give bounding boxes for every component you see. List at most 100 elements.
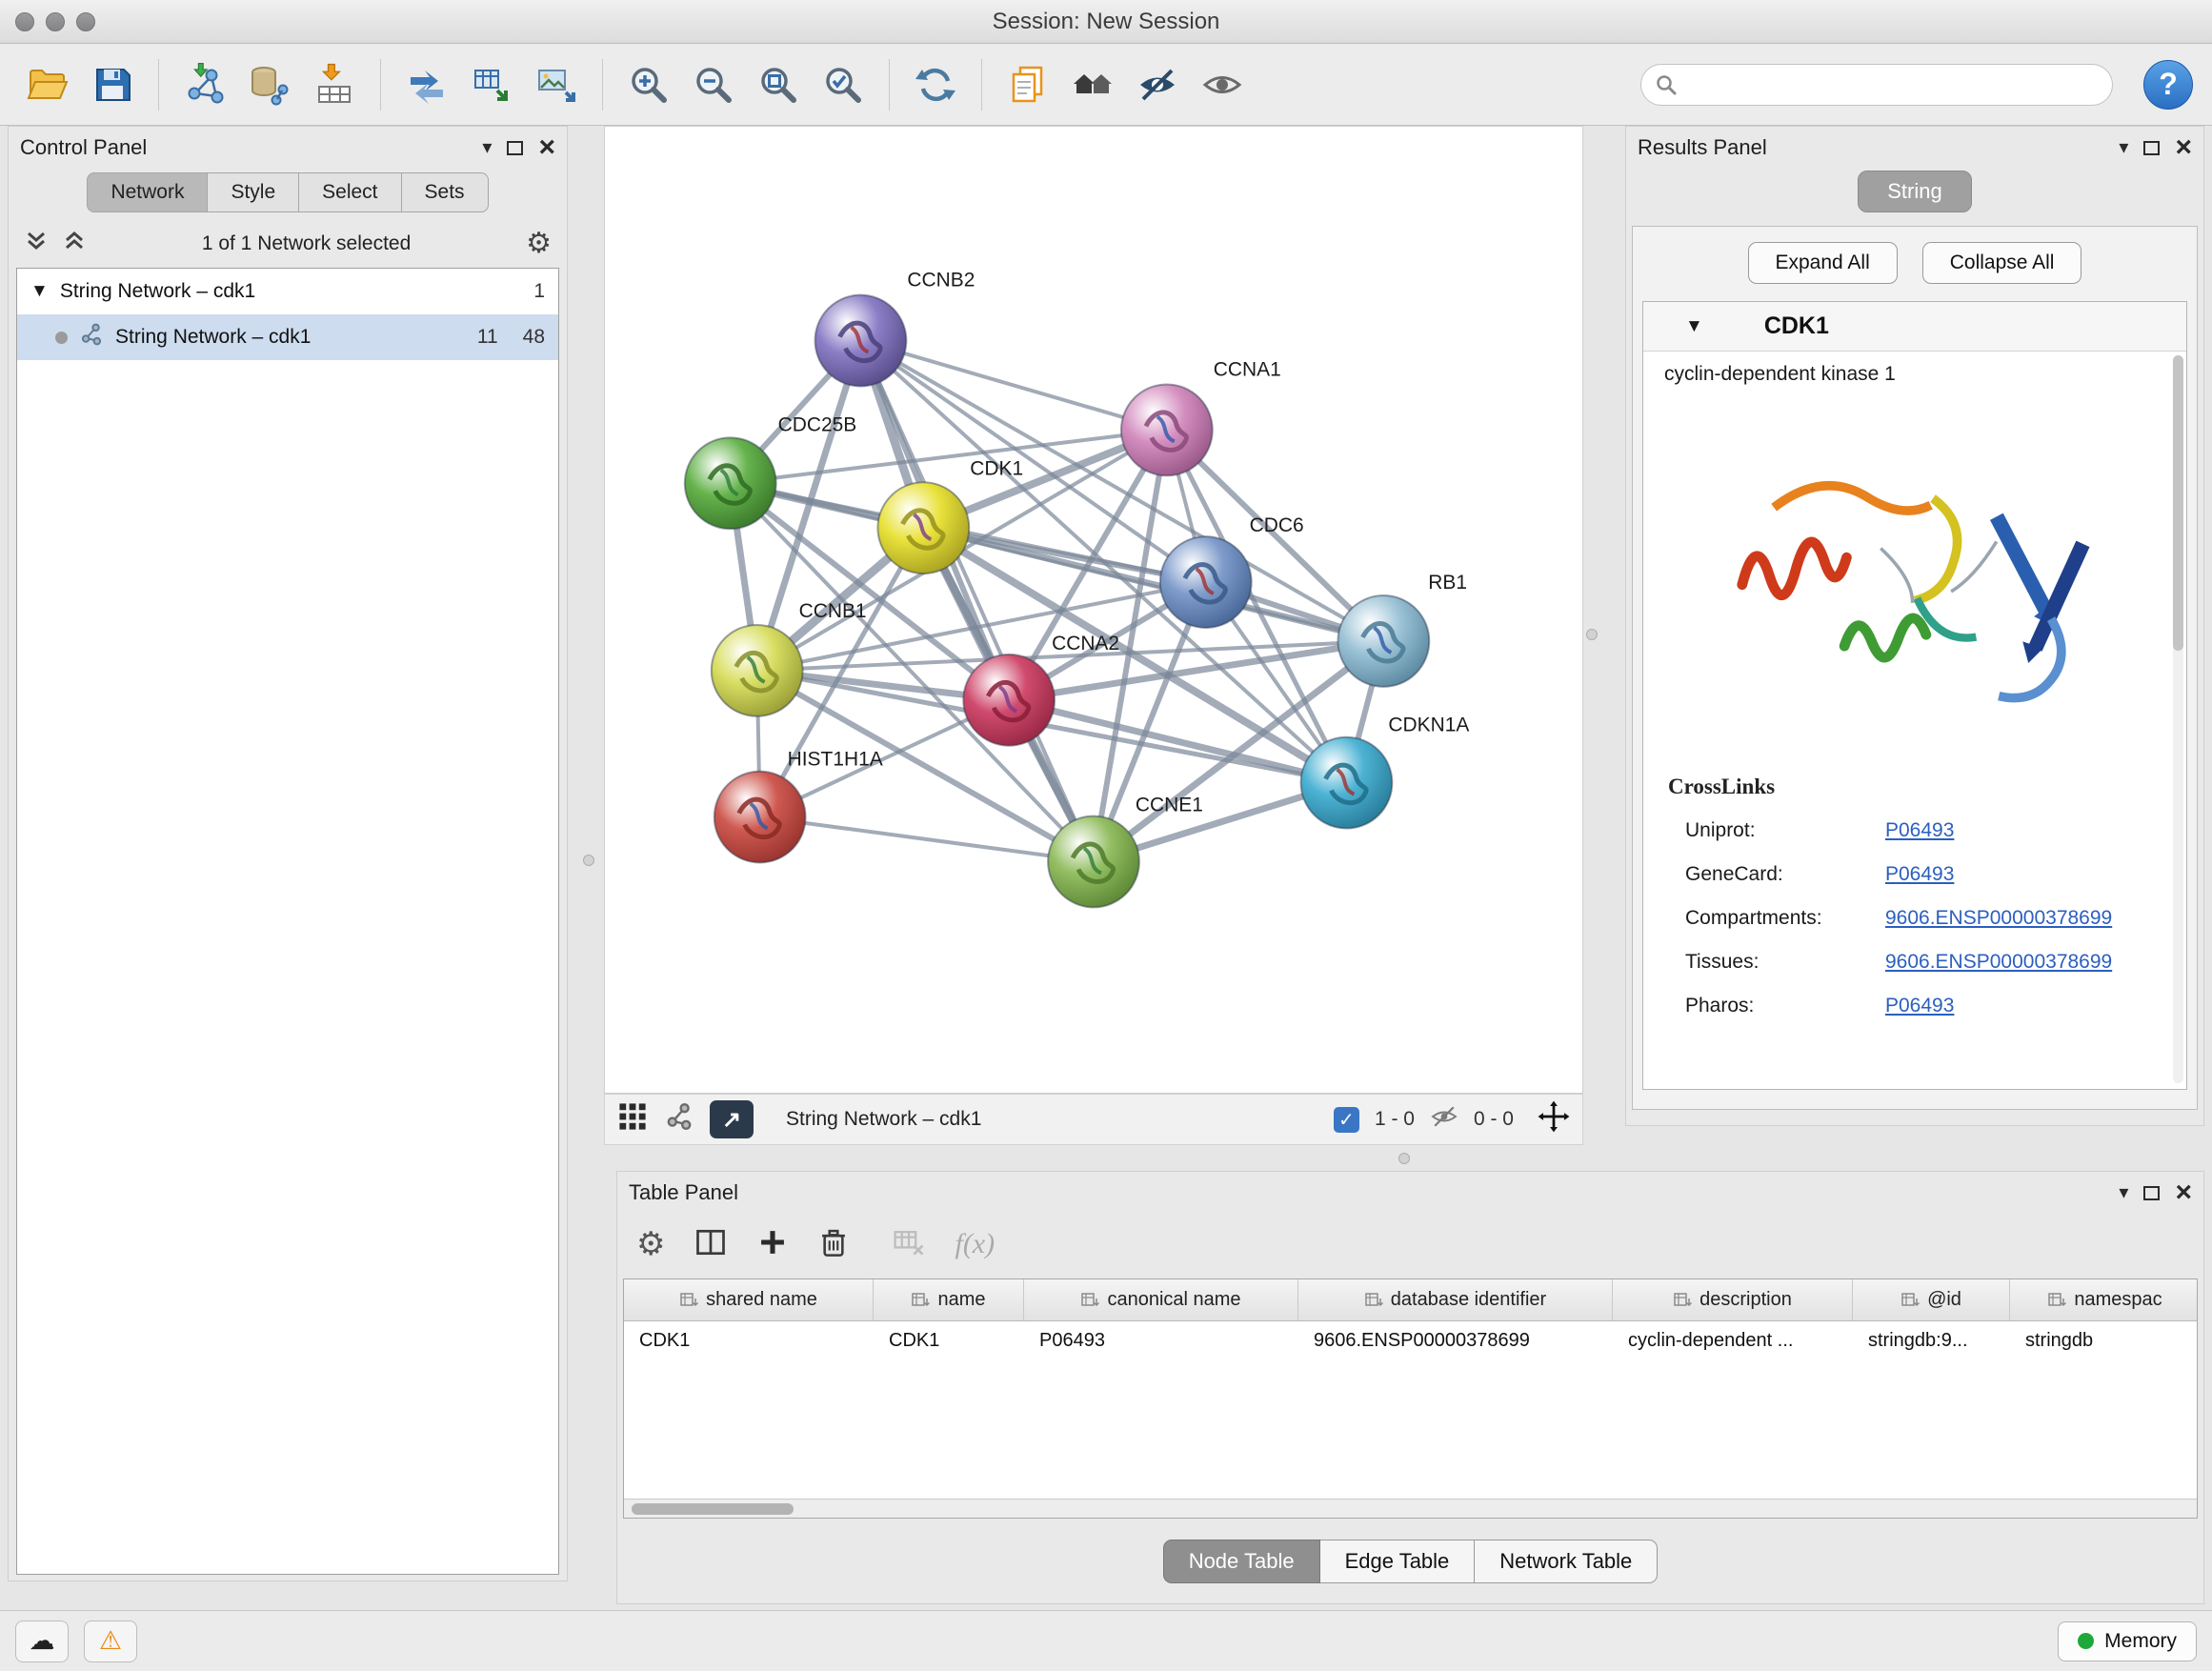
expand-all-button[interactable]: Expand All — [1748, 242, 1898, 284]
panel-close-icon[interactable]: × — [538, 136, 555, 159]
zoom-in-icon[interactable] — [620, 56, 677, 113]
panel-float-icon[interactable] — [507, 141, 523, 155]
save-session-icon[interactable] — [84, 56, 141, 113]
column-header-shared-name[interactable]: shared name — [624, 1279, 874, 1320]
tab-edge-table[interactable]: Edge Table — [1320, 1540, 1476, 1583]
documents-icon[interactable] — [999, 56, 1056, 113]
crosslink-value-link[interactable]: 9606.ENSP00000378699 — [1885, 907, 2112, 930]
network-share-icon[interactable] — [664, 1101, 694, 1137]
table-row[interactable]: CDK1CDK1P064939606.ENSP00000378699cyclin… — [624, 1321, 2197, 1363]
import-table-disabled-icon — [892, 1225, 926, 1264]
help-button[interactable]: ? — [2143, 60, 2193, 110]
collapse-all-button[interactable]: Collapse All — [1922, 242, 2082, 284]
splitter-handle[interactable] — [1398, 1153, 1410, 1164]
zoom-window-button[interactable] — [76, 12, 95, 31]
column-header-namespac[interactable]: namespac — [2010, 1279, 2198, 1320]
network-graph[interactable]: CCNB2CCNA1CDC25BCDK1CDC6RB1CCNB1CCNA2CDK… — [605, 127, 1582, 1093]
selected-checkbox-icon[interactable]: ✓ — [1334, 1107, 1359, 1133]
panel-menu-icon[interactable]: ▾ — [2119, 1183, 2128, 1202]
hidden-eye-slash-icon[interactable] — [1430, 1102, 1458, 1137]
node-count: 11 — [477, 326, 498, 349]
control-panel-tabs: NetworkStyleSelectSets — [9, 169, 567, 220]
import-network-file-icon[interactable] — [176, 56, 233, 113]
pan-move-icon[interactable] — [1537, 1099, 1571, 1139]
cloud-icon[interactable]: ☁ — [15, 1621, 69, 1662]
minimize-window-button[interactable] — [46, 12, 65, 31]
splitter-handle[interactable] — [583, 855, 594, 866]
table-tabs: Node TableEdge TableNetwork Table — [617, 1540, 2203, 1583]
zoom-fit-icon[interactable] — [750, 56, 807, 113]
memory-button[interactable]: Memory — [2058, 1621, 2197, 1661]
network-row-selected[interactable]: String Network – cdk1 11 48 — [17, 314, 558, 360]
expand-all-icon[interactable] — [62, 230, 87, 259]
panel-menu-icon[interactable]: ▾ — [482, 138, 492, 157]
column-header-name[interactable]: name — [874, 1279, 1024, 1320]
home-icon[interactable] — [1064, 56, 1121, 113]
results-scrollbar[interactable] — [2173, 355, 2183, 1083]
column-header-canonical-name[interactable]: canonical name — [1024, 1279, 1298, 1320]
control-panel-title: Control Panel — [20, 135, 147, 160]
crosslink-value-link[interactable]: 9606.ENSP00000378699 — [1885, 951, 2112, 974]
import-network-database-icon[interactable] — [241, 56, 298, 113]
network-edge[interactable] — [860, 341, 1166, 431]
crosslink-value-link[interactable]: P06493 — [1885, 995, 1954, 1017]
tab-network[interactable]: Network — [87, 172, 208, 212]
search-input[interactable] — [1687, 73, 2099, 95]
network-canvas[interactable]: CCNB2CCNA1CDC25BCDK1CDC6RB1CCNB1CCNA2CDK… — [604, 126, 1583, 1094]
window-title: Session: New Session — [993, 9, 1220, 35]
tab-style[interactable]: Style — [208, 172, 299, 212]
table-settings-gear-icon[interactable]: ⚙ — [636, 1228, 665, 1260]
import-table-icon[interactable] — [306, 56, 363, 113]
node-label-CCNA1: CCNA1 — [1214, 358, 1281, 380]
panel-float-icon[interactable] — [2143, 141, 2160, 155]
node-label-CDC25B: CDC25B — [778, 413, 857, 435]
delete-column-trash-icon[interactable] — [817, 1226, 850, 1263]
network-collection-row[interactable]: ▼ String Network – cdk1 1 — [17, 269, 558, 314]
tab-select[interactable]: Select — [299, 172, 401, 212]
add-column-plus-icon[interactable] — [756, 1226, 789, 1263]
birdseye-grid-icon[interactable] — [616, 1100, 649, 1138]
close-window-button[interactable] — [15, 12, 34, 31]
export-image-icon[interactable] — [528, 56, 585, 113]
zoom-selected-icon[interactable] — [814, 56, 872, 113]
crosslink-value-link[interactable]: P06493 — [1885, 819, 1954, 842]
open-session-icon[interactable] — [19, 56, 76, 113]
gear-icon[interactable]: ⚙ — [526, 230, 552, 258]
tree-expand-icon[interactable]: ▼ — [30, 281, 49, 302]
tab-node-table[interactable]: Node Table — [1163, 1540, 1320, 1583]
panel-menu-icon[interactable]: ▾ — [2119, 138, 2128, 157]
show-details-eye-icon[interactable] — [1194, 56, 1251, 113]
table-cell: 9606.ENSP00000378699 — [1298, 1321, 1613, 1363]
network-edge[interactable] — [760, 817, 1094, 862]
table-horizontal-scrollbar[interactable] — [624, 1499, 2197, 1518]
tab-network-table[interactable]: Network Table — [1475, 1540, 1658, 1583]
show-columns-icon[interactable] — [694, 1225, 728, 1264]
network-edge[interactable] — [860, 341, 1094, 862]
crosslink-value-link[interactable]: P06493 — [1885, 863, 1954, 886]
hide-details-eye-icon[interactable] — [1129, 56, 1186, 113]
tab-sets[interactable]: Sets — [402, 172, 489, 212]
current-network-indicator — [55, 332, 68, 344]
window-controls — [15, 0, 95, 44]
open-in-new-button[interactable]: ↗ — [710, 1100, 754, 1138]
column-header-description[interactable]: description — [1613, 1279, 1853, 1320]
protein-detail-card: ▼ CDK1 cyclin-dependent kinase 1 — [1642, 301, 2187, 1090]
node-label-CCNA2: CCNA2 — [1052, 633, 1119, 654]
panel-float-icon[interactable] — [2143, 1186, 2160, 1200]
network-from-table-icon[interactable] — [463, 56, 520, 113]
new-network-icon[interactable] — [398, 56, 455, 113]
collapse-all-icon[interactable] — [24, 230, 49, 259]
panel-close-icon[interactable]: × — [2175, 1181, 2192, 1204]
refresh-view-icon[interactable] — [907, 56, 964, 113]
panel-close-icon[interactable]: × — [2175, 136, 2192, 159]
crosslinks-section: CrossLinks Uniprot:P06493GeneCard:P06493… — [1643, 757, 2186, 1028]
column-header-@id[interactable]: @id — [1853, 1279, 2010, 1320]
warning-icon[interactable]: ⚠ — [84, 1621, 137, 1662]
protein-name: CDK1 — [1764, 312, 1829, 340]
splitter-handle[interactable] — [1586, 629, 1598, 640]
collapse-section-icon[interactable]: ▼ — [1685, 316, 1703, 337]
search-box[interactable] — [1640, 64, 2113, 106]
column-header-database-identifier[interactable]: database identifier — [1298, 1279, 1613, 1320]
tab-string[interactable]: String — [1858, 171, 1971, 212]
zoom-out-icon[interactable] — [685, 56, 742, 113]
